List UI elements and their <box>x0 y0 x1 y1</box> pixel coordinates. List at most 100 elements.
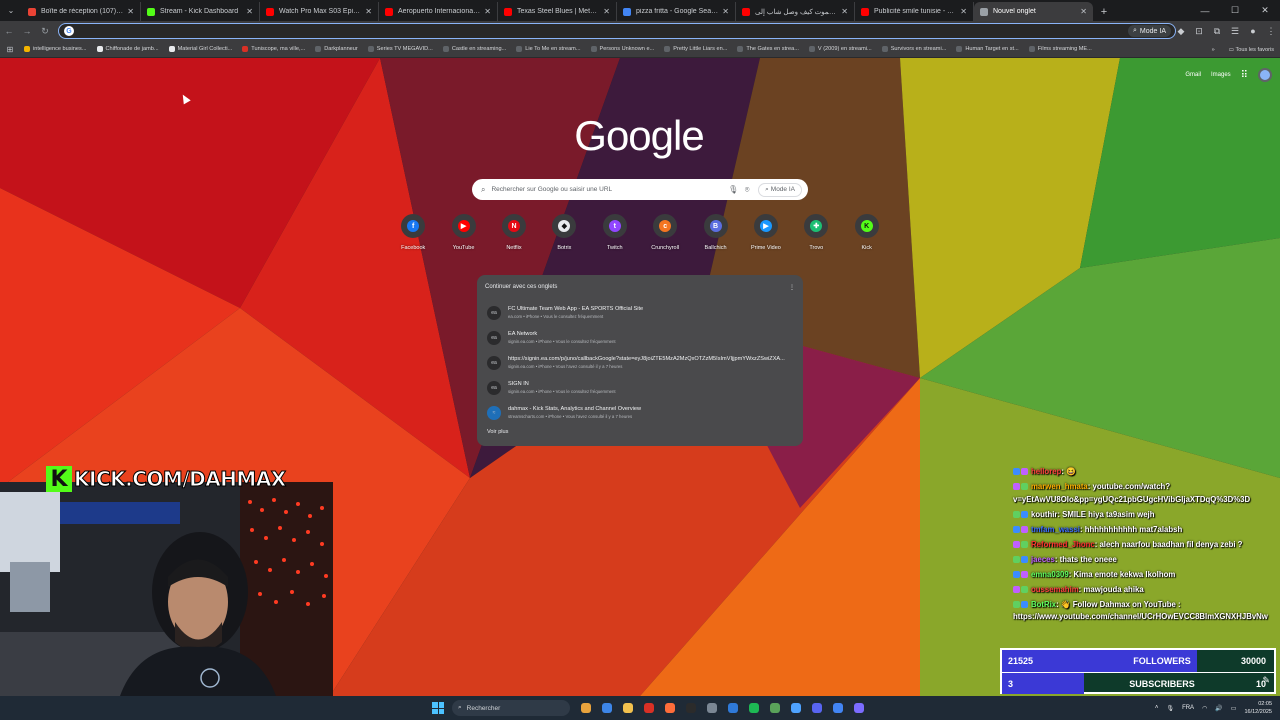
windows-start-icon[interactable] <box>432 702 444 714</box>
bookmark-item[interactable]: Persons Unknown e... <box>587 46 659 52</box>
shortcut-ballchich[interactable]: B Ballchich <box>690 214 740 251</box>
browser-tab[interactable]: Boîte de réception (107) - ahm ✕ <box>22 2 141 21</box>
browser-tab[interactable]: Nouvel onglet ✕ <box>974 2 1093 21</box>
shortcut-youtube[interactable]: ▶ YouTube <box>438 214 488 251</box>
reload-icon[interactable]: ↻ <box>36 22 54 40</box>
bookmark-item[interactable]: Darkplanneur <box>311 46 362 52</box>
continue-tab-item[interactable]: ea https://signin.ea.com/p/juno/callbackG… <box>485 350 795 375</box>
bookmark-item[interactable]: Chiffonade de jamb... <box>93 46 163 52</box>
microphone-icon[interactable]: 🎙 <box>1166 705 1174 712</box>
browser-tab[interactable]: رحلة الموت كيف وصل شاب إلى ✕ <box>736 2 855 21</box>
tab-close-icon[interactable]: ✕ <box>365 7 372 16</box>
shortcut-netflix[interactable]: N Netflix <box>489 214 539 251</box>
taskbar-search[interactable]: ⌕ Rechercher <box>452 700 570 716</box>
taskbar-app-icon[interactable] <box>830 700 846 716</box>
taskbar-app-icon[interactable] <box>641 700 657 716</box>
browser-tab[interactable]: Texas Steel Blues | Metal Aggre ✕ <box>498 2 617 21</box>
browser-tab[interactable]: Watch Pro Max S03 Episode 0 ✕ <box>260 2 379 21</box>
bookmark-item[interactable]: Castle en streaming... <box>439 46 510 52</box>
close-window-icon[interactable]: ✕ <box>1250 0 1280 21</box>
all-bookmarks-button[interactable]: ▭ Tous les favoris <box>1229 47 1274 53</box>
mode-ia-button[interactable]: ⌕ Mode IA <box>758 182 802 197</box>
continue-tab-item[interactable]: ≈ dahmax - Kick Stats, Analytics and Chan… <box>485 400 795 425</box>
taskbar-app-icon[interactable] <box>788 700 804 716</box>
reading-list-icon[interactable]: ☰ <box>1226 26 1244 37</box>
bookmark-item[interactable]: Lie To Me en stream... <box>512 46 584 52</box>
tab-close-icon[interactable]: ✕ <box>603 7 610 16</box>
google-search-box[interactable]: ⌕ 🎙 ⌾ ⌕ Mode IA <box>472 179 808 200</box>
taskbar-app-icon[interactable] <box>662 700 678 716</box>
see-more-link[interactable]: Voir plus <box>487 429 795 435</box>
new-tab-button[interactable]: + <box>1093 2 1115 21</box>
extension-icon[interactable]: ◆ <box>1172 26 1190 37</box>
browser-tab[interactable]: pizza fritta - Google Search ✕ <box>617 2 736 21</box>
tab-close-icon[interactable]: ✕ <box>841 7 848 16</box>
omnibox-mode-ia-button[interactable]: ⌕ Mode IA <box>1128 25 1171 37</box>
google-search-input[interactable] <box>491 186 727 193</box>
tab-close-icon[interactable]: ✕ <box>127 7 134 16</box>
shortcut-trovo[interactable]: ✚ Trovo <box>791 214 841 251</box>
continue-tab-item[interactable]: ea FC Ultimate Team Web App - EA SPORTS O… <box>485 300 795 325</box>
taskbar-app-icon[interactable] <box>599 700 615 716</box>
apps-icon[interactable]: ⊞ <box>0 45 20 54</box>
tray-chevron-icon[interactable]: ˄ <box>1155 705 1159 711</box>
shortcut-crunchyroll[interactable]: c Crunchyroll <box>640 214 690 251</box>
volume-icon[interactable]: 🔊 <box>1215 705 1222 712</box>
taskbar-app-icon[interactable] <box>704 700 720 716</box>
shortcut-botrix[interactable]: ◆ Botrix <box>539 214 589 251</box>
continue-tab-item[interactable]: ea SIGN IN signin.ea.com • iPhone • Vous l… <box>485 375 795 400</box>
tab-search-icon[interactable]: ⌄ <box>0 0 22 21</box>
puzzle-icon[interactable]: ⧉ <box>1208 26 1226 37</box>
bookmark-item[interactable]: Films streaming ME... <box>1025 46 1096 52</box>
bookmark-item[interactable]: Human Target en st... <box>952 46 1022 52</box>
address-bar[interactable]: G ⌕ Mode IA <box>58 23 1176 39</box>
edit-pencil-icon[interactable]: ✎ <box>1262 675 1270 686</box>
back-icon[interactable]: ← <box>0 22 18 40</box>
taskbar-app-icon[interactable] <box>725 700 741 716</box>
browser-tab[interactable]: Aeropuerto Internacional Manu ✕ <box>379 2 498 21</box>
bookmark-item[interactable]: Series TV MEGAVID... <box>364 46 437 52</box>
taskbar-app-icon[interactable] <box>746 700 762 716</box>
lens-camera-icon[interactable]: ⌾ <box>740 185 754 195</box>
bookmark-item[interactable]: intelligence busines... <box>20 46 91 52</box>
minimize-icon[interactable]: — <box>1190 0 1220 21</box>
bookmark-item[interactable]: The Gates en strea... <box>733 46 803 52</box>
menu-icon[interactable]: ⋮ <box>1262 26 1280 37</box>
account-avatar[interactable] <box>1258 68 1272 82</box>
shortcut-facebook[interactable]: f Facebook <box>388 214 438 251</box>
more-bookmarks-icon[interactable]: » <box>1212 47 1215 53</box>
taskbar-clock[interactable]: 02:05 16/12/2025 <box>1244 700 1272 716</box>
gmail-link[interactable]: Gmail <box>1185 72 1201 78</box>
bookmark-item[interactable]: Pretty Little Liars en... <box>660 46 731 52</box>
tab-close-icon[interactable]: ✕ <box>960 7 967 16</box>
tab-close-icon[interactable]: ✕ <box>246 7 253 16</box>
tab-close-icon[interactable]: ✕ <box>1080 7 1087 16</box>
taskbar-app-icon[interactable] <box>578 700 594 716</box>
language-indicator[interactable]: FRA <box>1182 705 1194 711</box>
tab-close-icon[interactable]: ✕ <box>722 7 729 16</box>
taskbar-app-icon[interactable] <box>683 700 699 716</box>
shortcut-prime-video[interactable]: ▶ Prime Video <box>741 214 791 251</box>
screenshot-icon[interactable]: ⊡ <box>1190 26 1208 37</box>
bookmark-item[interactable]: Survivors en streami... <box>878 46 951 52</box>
taskbar-app-icon[interactable] <box>851 700 867 716</box>
microphone-icon[interactable]: 🎙 <box>726 185 740 194</box>
shortcut-twitch[interactable]: t Twitch <box>590 214 640 251</box>
taskbar-app-icon[interactable] <box>620 700 636 716</box>
taskbar-app-icon[interactable] <box>767 700 783 716</box>
bookmark-item[interactable]: V (2009) en streami... <box>805 46 876 52</box>
profile-icon[interactable]: ● <box>1244 26 1262 36</box>
card-menu-icon[interactable]: ⋮ <box>789 284 795 291</box>
maximize-icon[interactable]: ☐ <box>1220 0 1250 21</box>
wifi-icon[interactable]: ◠ <box>1202 705 1207 712</box>
forward-icon[interactable]: → <box>18 22 36 40</box>
google-apps-icon[interactable]: ⠿ <box>1241 70 1248 81</box>
shortcut-kick[interactable]: K Kick <box>842 214 892 251</box>
browser-tab[interactable]: Stream - Kick Dashboard ✕ <box>141 2 260 21</box>
tab-close-icon[interactable]: ✕ <box>484 7 491 16</box>
browser-tab[interactable]: Publicité smile tunisie - YouTub ✕ <box>855 2 974 21</box>
bookmark-item[interactable]: Material Girl Collecti... <box>165 46 237 52</box>
bookmark-item[interactable]: Tuniscope, ma ville,... <box>238 46 309 52</box>
continue-tab-item[interactable]: ea EA Network signin.ea.com • iPhone • Vou… <box>485 325 795 350</box>
images-link[interactable]: Images <box>1211 72 1231 78</box>
